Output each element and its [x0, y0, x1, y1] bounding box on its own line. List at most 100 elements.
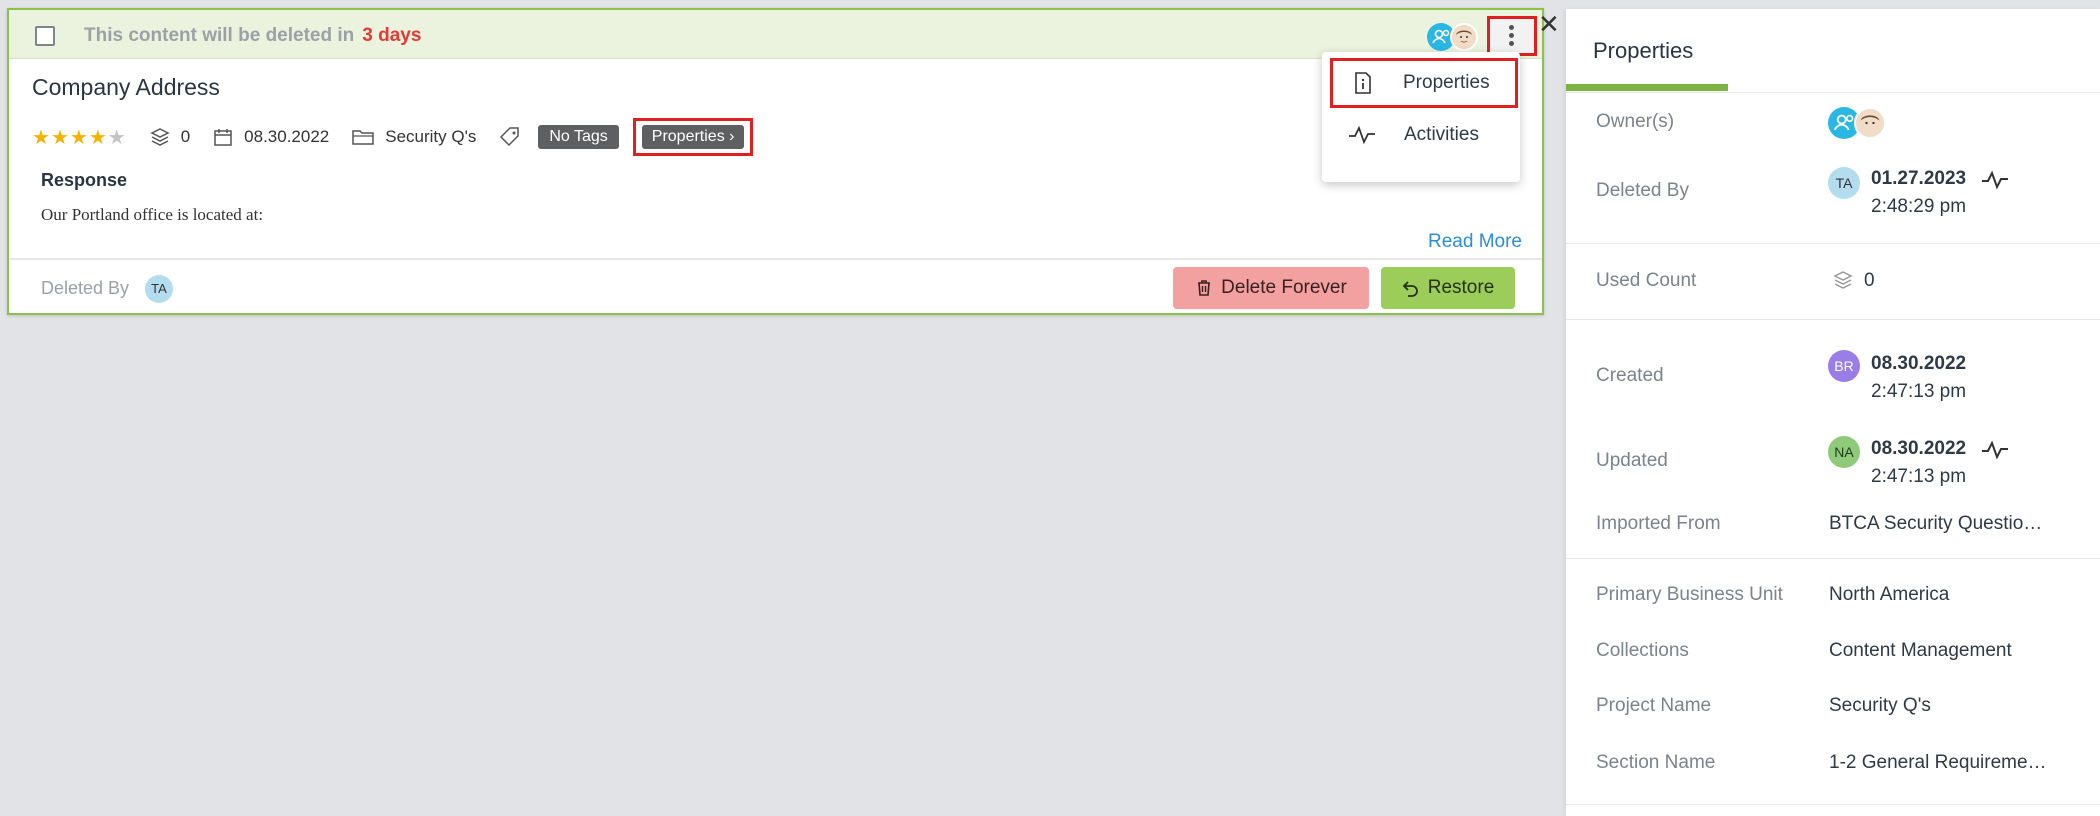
kebab-dot	[1509, 33, 1514, 38]
properties-button-label: Properties	[651, 128, 725, 145]
active-tab-indicator	[1566, 84, 1728, 91]
menu-item-properties[interactable]: Properties	[1330, 58, 1518, 108]
deletion-banner: This content will be deleted in 3 days	[9, 10, 1542, 59]
content-title[interactable]: Company Address	[32, 74, 220, 101]
star-icon: ★	[69, 126, 89, 149]
owner-user-avatar[interactable]	[1450, 23, 1478, 51]
more-options-menu: Properties Activities	[1322, 52, 1520, 182]
response-text: Our Portland office is located at:	[41, 205, 264, 224]
primary-business-unit-label: Primary Business Unit	[1596, 584, 1783, 605]
updated-row: Updated NA 08.30.2022 2:47:13 pm	[1566, 406, 2100, 499]
used-count-label: Used Count	[1596, 270, 1697, 291]
user-face-icon	[1452, 25, 1476, 49]
updated-time: 2:47:13 pm	[1871, 466, 1967, 487]
deleted-by-label: Deleted By	[41, 278, 130, 298]
kebab-dot	[1509, 25, 1514, 30]
collections-row: Collections Content Management	[1566, 617, 2100, 672]
used-count-row: Used Count 0	[1566, 244, 2100, 320]
section-name-row: Section Name 1-2 General Requireme…	[1566, 727, 2100, 805]
deleted-by-label: Deleted By	[1596, 180, 1689, 201]
star-icon: ★	[107, 126, 127, 149]
close-icon[interactable]: ✕	[1538, 10, 1560, 40]
restore-button[interactable]: Restore	[1381, 267, 1515, 309]
star-icon: ★	[88, 126, 108, 149]
deleted-by-row: Deleted By TA 01.27.2023 2:48:29 pm	[1566, 153, 2100, 244]
select-checkbox[interactable]	[35, 26, 55, 46]
used-count-value: 0	[180, 127, 191, 146]
deleted-by-time: 2:48:29 pm	[1871, 196, 1967, 217]
menu-item-activities[interactable]: Activities	[1330, 110, 1518, 160]
restore-label: Restore	[1427, 277, 1495, 298]
layers-icon	[150, 128, 170, 146]
used-count-value: 0	[1864, 270, 1875, 291]
date-value: 08.30.2022	[244, 127, 330, 146]
folder-icon	[352, 130, 374, 145]
owners-row: Owner(s)	[1566, 93, 2100, 153]
card-footer: Deleted By TA Delete Forever Restore	[9, 258, 1542, 315]
star-rating[interactable]: ★★★★★	[32, 125, 127, 150]
created-by-avatar[interactable]: BR	[1828, 350, 1860, 382]
content-tags[interactable]: No Tags	[498, 125, 619, 149]
section-name-label: Section Name	[1596, 752, 1716, 773]
trash-icon	[1198, 280, 1211, 296]
meta-row: ★★★★★ 0 08.30.2022 Security Q's No Tags …	[32, 118, 754, 156]
activity-pulse-icon[interactable]	[1980, 439, 2010, 461]
properties-panel: Properties Owner(s) Deleted By TA 01.27.…	[1566, 9, 2100, 816]
deleted-by-avatar[interactable]: TA	[145, 275, 173, 303]
deletion-days: 3 days	[362, 25, 422, 46]
delete-forever-label: Delete Forever	[1221, 277, 1347, 298]
collections-label: Collections	[1596, 640, 1689, 661]
collections-value: Content Management	[1829, 640, 2012, 661]
created-date: 08.30.2022	[1871, 353, 1967, 374]
created-label: Created	[1596, 365, 1664, 386]
no-tags-badge: No Tags	[538, 125, 619, 149]
response-label: Response	[41, 170, 128, 190]
layers-icon	[1833, 271, 1853, 289]
deletion-notice-text: This content will be deleted in	[84, 25, 355, 46]
more-options-button[interactable]	[1487, 16, 1537, 56]
properties-button[interactable]: Properties ›	[641, 125, 745, 149]
user-face-icon	[1856, 109, 1884, 137]
tag-icon	[500, 127, 520, 147]
chevron-right-icon: ›	[729, 128, 735, 145]
imported-from-row: Imported From BTCA Security Questio…	[1566, 499, 2100, 559]
panel-title: Properties	[1593, 38, 1694, 63]
delete-forever-button[interactable]: Delete Forever	[1173, 267, 1369, 309]
section-name-value: 1-2 General Requireme…	[1829, 752, 2047, 773]
project-value: Security Q's	[385, 127, 477, 146]
deleted-by-date: 01.27.2023	[1871, 168, 1967, 189]
properties-button-highlight: Properties ›	[632, 118, 754, 156]
panel-header: Properties	[1566, 9, 2100, 93]
read-more-link[interactable]: Read More	[1428, 231, 1522, 253]
content-card: This content will be deleted in 3 days Co…	[7, 8, 1544, 315]
undo-icon	[1402, 281, 1418, 297]
used-count: 0	[149, 126, 190, 148]
updated-date: 08.30.2022	[1871, 438, 1967, 459]
activity-pulse-icon	[1349, 125, 1375, 145]
primary-business-unit-value: North America	[1829, 584, 1950, 605]
project-name-label: Project Name	[1596, 695, 1712, 716]
kebab-dot	[1509, 41, 1514, 46]
menu-item-label: Activities	[1404, 124, 1479, 145]
content-date: 08.30.2022	[212, 126, 329, 148]
info-doc-icon	[1355, 72, 1371, 94]
updated-label: Updated	[1596, 450, 1668, 471]
created-time: 2:47:13 pm	[1871, 381, 1967, 402]
activity-pulse-icon[interactable]	[1980, 169, 2010, 191]
project-name-value: Security Q's	[1829, 695, 1931, 716]
star-icon: ★	[50, 126, 70, 149]
content-project[interactable]: Security Q's	[351, 126, 476, 148]
owners-label: Owner(s)	[1596, 111, 1675, 132]
deletion-notice: This content will be deleted in 3 days	[84, 25, 421, 47]
star-icon: ★	[32, 126, 51, 149]
created-row: Created BR 08.30.2022 2:47:13 pm	[1566, 320, 2100, 406]
project-name-row: Project Name Security Q's	[1566, 672, 2100, 727]
updated-by-avatar[interactable]: NA	[1828, 436, 1860, 468]
owner-user-avatar[interactable]	[1854, 107, 1886, 139]
imported-from-label: Imported From	[1596, 513, 1721, 534]
primary-business-unit-row: Primary Business Unit North America	[1566, 559, 2100, 617]
imported-from-value[interactable]: BTCA Security Questio…	[1829, 513, 2042, 535]
menu-item-label: Properties	[1403, 72, 1490, 93]
calendar-icon	[214, 129, 232, 146]
deleted-by-avatar[interactable]: TA	[1828, 167, 1860, 199]
